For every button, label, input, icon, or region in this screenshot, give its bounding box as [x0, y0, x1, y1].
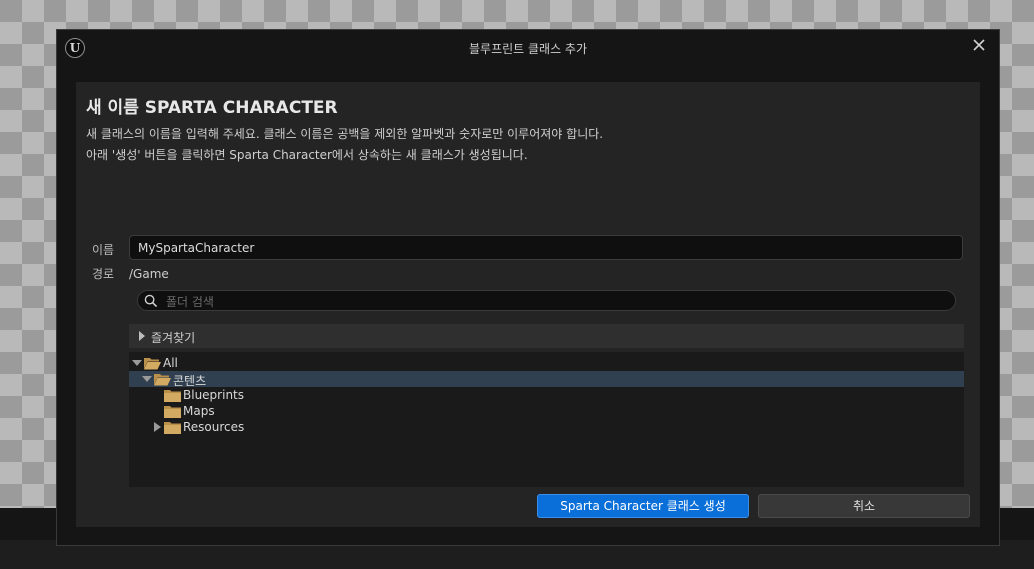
create-class-button[interactable]: Sparta Character 클래스 생성	[537, 494, 749, 518]
chevron-down-icon	[132, 360, 142, 366]
close-button[interactable]	[967, 33, 991, 57]
tree-item-label: All	[163, 356, 178, 370]
tree-item-label: Blueprints	[183, 388, 245, 402]
name-label: 이름	[92, 243, 115, 257]
chevron-down-icon	[142, 376, 152, 382]
favorites-header[interactable]: 즐겨찾기	[129, 324, 964, 348]
tree-item-label: Maps	[183, 404, 215, 418]
chevron-right-icon[interactable]	[154, 422, 161, 432]
tree-item-resources[interactable]: Resources	[129, 419, 964, 435]
open-folder-icon	[154, 374, 171, 386]
window-title: 블루프린트 클래스 추가	[468, 42, 588, 56]
tree-item-label: Resources	[183, 420, 245, 434]
tree-item-content[interactable]: 콘텐츠	[129, 371, 964, 388]
tree-item-all[interactable]: All	[129, 355, 964, 371]
folder-search-box[interactable]	[137, 290, 956, 311]
tree-item-maps[interactable]: Maps	[129, 403, 964, 419]
search-icon	[144, 294, 158, 308]
close-icon	[973, 39, 985, 51]
add-blueprint-class-dialog: U 블루프린트 클래스 추가 새 이름 SPARTA CHARACTER 새 클…	[56, 29, 1000, 546]
description-line-1: 새 클래스의 이름을 입력해 주세요. 클래스 이름은 공백을 제외한 알파벳과…	[86, 127, 604, 141]
class-name-input[interactable]: MySpartaCharacter	[129, 235, 963, 260]
class-name-value: MySpartaCharacter	[138, 241, 255, 255]
chevron-right-icon	[139, 331, 145, 341]
tree-item-blueprints[interactable]: Blueprints	[129, 387, 964, 403]
open-folder-icon	[144, 358, 161, 370]
page-heading: 새 이름 SPARTA CHARACTER	[86, 98, 338, 118]
title-bar[interactable]: U 블루프린트 클래스 추가	[57, 30, 999, 66]
path-value: /Game	[129, 267, 169, 281]
folder-icon	[164, 422, 181, 434]
path-label: 경로	[92, 267, 115, 281]
description-line-2: 아래 '생성' 버튼을 클릭하면 Sparta Character에서 상속하는…	[86, 148, 528, 162]
cancel-button[interactable]: 취소	[758, 494, 970, 518]
favorites-label: 즐겨찾기	[151, 331, 196, 345]
folder-icon	[164, 390, 181, 402]
folder-search-input[interactable]	[164, 293, 928, 310]
folder-icon	[164, 406, 181, 418]
folder-tree: All 콘텐츠 Blueprints Maps Resources	[129, 352, 964, 487]
